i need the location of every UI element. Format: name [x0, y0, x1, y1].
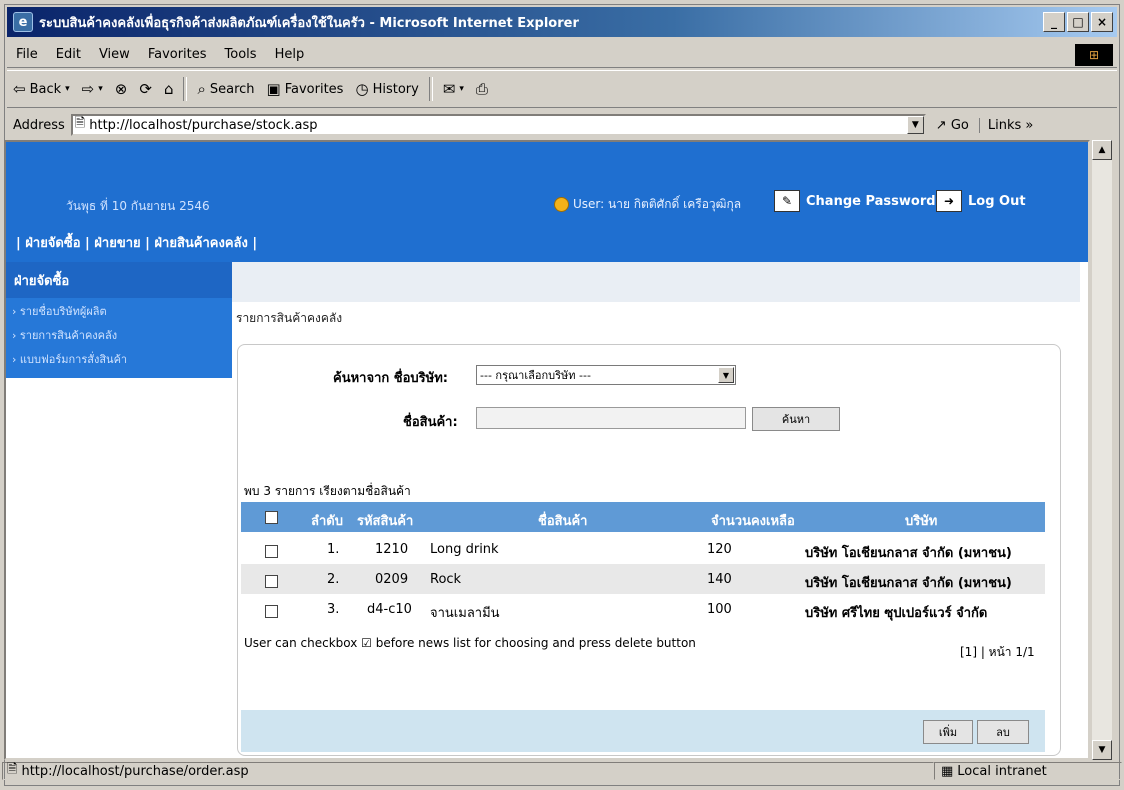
address-bar: Address 🗎 http://localhost/purchase/stoc…	[7, 109, 1117, 141]
stop-icon: ⊗	[114, 80, 128, 98]
links-button[interactable]: Links »	[978, 117, 1042, 133]
row-checkbox[interactable]	[265, 575, 278, 588]
back-arrow-icon: ⇦	[13, 80, 26, 98]
header-name: ชื่อสินค้า	[538, 514, 588, 529]
close-button[interactable]: ×	[1091, 12, 1113, 32]
address-url: http://localhost/purchase/stock.asp	[89, 117, 318, 133]
delete-button[interactable]: ลบ	[977, 720, 1029, 744]
page-content: วันพุธ ที่ 10 กันยายน 2546 User: นาย กิต…	[4, 140, 1090, 760]
table-row: 3. d4-c10 จานเมลามีน 100 บริษัท ศรีไทย ซ…	[241, 594, 1045, 624]
address-dropdown-button[interactable]: ▼	[906, 116, 924, 134]
header-qty: จำนวนคงเหลือ	[711, 514, 795, 529]
mail-button[interactable]: ✉ ▾	[437, 80, 470, 98]
maximize-button[interactable]: □	[1067, 12, 1089, 32]
header-company: บริษัท	[905, 514, 938, 529]
vertical-scrollbar[interactable]: ▲ ▼	[1092, 140, 1112, 760]
content-top-band	[232, 262, 1080, 302]
menu-bar: File Edit View Favorites Tools Help	[7, 41, 1117, 68]
header-no: ลำดับ	[311, 514, 343, 529]
product-label: ชื่อสินค้า:	[403, 415, 458, 430]
minimize-button[interactable]: _	[1043, 12, 1065, 32]
zone-label: Local intranet	[957, 763, 1047, 779]
product-name-input[interactable]	[476, 407, 746, 429]
add-button[interactable]: เพิ่ม	[923, 720, 973, 744]
table-row: 1. 1210 Long drink 120 บริษัท โอเชียนกลา…	[241, 534, 1045, 564]
row-checkbox[interactable]	[265, 545, 278, 558]
scroll-down-icon[interactable]: ▼	[1092, 740, 1112, 760]
sidebar-heading: ฝ่ายจัดซื้อ	[6, 262, 232, 298]
intranet-icon: ▦	[941, 763, 954, 779]
search-button[interactable]: ⌕ Search	[191, 80, 260, 98]
sidebar: ฝ่ายจัดซื้อ › รายชื่อบริษัทผู้ผลิต › ราย…	[6, 262, 232, 378]
logout-icon: ➜	[936, 190, 962, 212]
row-checkbox[interactable]	[265, 605, 278, 618]
sidebar-item-order-form[interactable]: › แบบฟอร์มการสั่งสินค้า	[6, 346, 232, 370]
select-all-checkbox[interactable]	[265, 511, 278, 524]
company-select[interactable]: --- กรุณาเลือกบริษัท --- ▼	[476, 365, 736, 385]
home-icon: ⌂	[163, 80, 174, 98]
sidebar-item-stock[interactable]: › รายการสินค้าคงคลัง	[6, 322, 232, 346]
menu-edit[interactable]: Edit	[47, 47, 90, 62]
menu-tools[interactable]: Tools	[216, 47, 266, 62]
refresh-button[interactable]: ⟳	[133, 80, 158, 98]
history-icon: ◷	[355, 80, 369, 98]
favorites-button[interactable]: ▣ Favorites	[261, 80, 350, 98]
usage-note: User can checkbox ☑ before news list for…	[244, 636, 696, 650]
result-summary: พบ 3 รายการ เรียงตามชื่อสินค้า	[244, 484, 411, 498]
back-button[interactable]: ⇦ Back ▾	[7, 80, 76, 98]
address-input[interactable]: 🗎 http://localhost/purchase/stock.asp ▼	[70, 114, 926, 136]
pager[interactable]: [1] | หน้า 1/1	[960, 643, 1035, 662]
change-password-link[interactable]: ✎ Change Password	[774, 190, 936, 212]
header-code: รหัสสินค้า	[357, 514, 414, 529]
page-title: รายการสินค้าคงคลัง	[236, 311, 343, 325]
page-icon: 🗎	[74, 116, 86, 131]
menu-view[interactable]: View	[90, 47, 139, 62]
status-url: http://localhost/purchase/order.asp	[21, 763, 249, 779]
search-icon: ⌕	[197, 80, 206, 98]
stop-button[interactable]: ⊗	[109, 80, 134, 98]
table-row: 2. 0209 Rock 140 บริษัท โอเชียนกลาส จำกั…	[241, 564, 1045, 594]
refresh-icon: ⟳	[139, 80, 152, 98]
print-icon: ⎙	[475, 80, 488, 98]
table-header: ลำดับ รหัสสินค้า ชื่อสินค้า จำนวนคงเหลือ…	[241, 502, 1045, 532]
status-bar: 🗎 http://localhost/purchase/order.asp ▦ Lo…	[2, 762, 1122, 780]
user-info: User: นาย กิตติศักดิ์ เครือวุฒิกุล	[554, 195, 741, 214]
menu-help[interactable]: Help	[266, 47, 314, 62]
window-title: ระบบสินค้าคงคลังเพื่อธุรกิจค้าส่งผลิตภัณ…	[39, 15, 579, 31]
windows-logo-icon: ⊞	[1075, 44, 1113, 66]
scroll-up-icon[interactable]: ▲	[1092, 140, 1112, 160]
go-button[interactable]: ↗ Go	[926, 118, 979, 133]
home-button[interactable]: ⌂	[158, 80, 180, 98]
toolbar: ⇦ Back ▾ ⇨ ▾ ⊗ ⟳ ⌂ ⌕ Search ▣ Favorites ◷ Hist…	[7, 70, 1117, 108]
edit-icon: ✎	[774, 190, 800, 212]
forward-arrow-icon: ⇨	[81, 80, 95, 98]
action-bar: เพิ่ม ลบ	[241, 710, 1045, 752]
search-submit-button[interactable]: ค้นหา	[752, 407, 840, 431]
sidebar-item-suppliers[interactable]: › รายชื่อบริษัทผู้ผลิต	[6, 298, 232, 322]
logout-link[interactable]: ➜ Log Out	[936, 190, 1026, 212]
user-icon	[554, 197, 569, 212]
mail-icon: ✉	[442, 80, 456, 98]
ie-logo-icon: e	[13, 12, 33, 32]
favorites-icon: ▣	[266, 80, 281, 98]
menu-file[interactable]: File	[7, 47, 47, 62]
title-bar: e ระบบสินค้าคงคลังเพื่อธุรกิจค้าส่งผลิตภ…	[7, 7, 1117, 37]
history-button[interactable]: ◷ History	[349, 80, 424, 98]
address-label: Address	[13, 117, 65, 133]
menu-favorites[interactable]: Favorites	[139, 47, 216, 62]
current-date: วันพุธ ที่ 10 กันยายน 2546	[66, 199, 210, 213]
page-icon: 🗎	[7, 762, 18, 777]
forward-button[interactable]: ⇨ ▾	[76, 80, 109, 98]
print-button[interactable]: ⎙	[470, 80, 494, 98]
chevron-down-icon: ▼	[718, 367, 734, 383]
company-label: ค้นหาจาก ชื่อบริษัท:	[333, 371, 448, 386]
department-nav[interactable]: | ฝ่ายจัดซื้อ | ฝ่ายขาย | ฝ่ายสินค้าคงคล…	[16, 232, 257, 253]
